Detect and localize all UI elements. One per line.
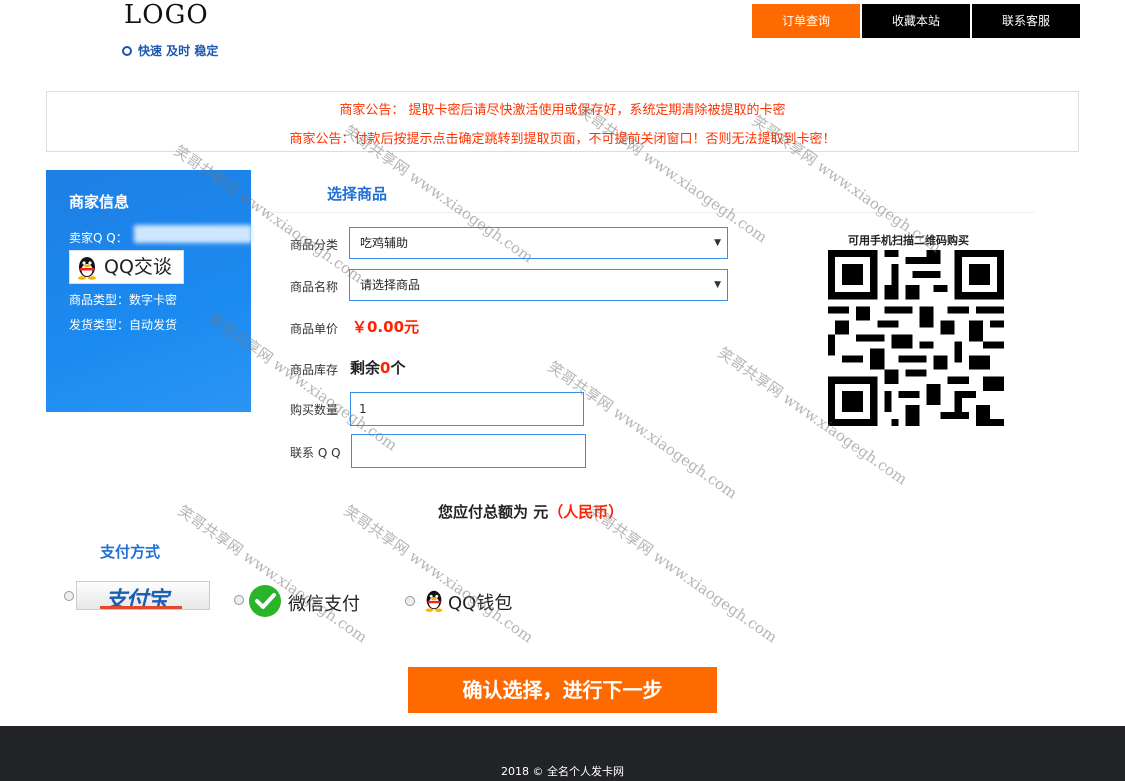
wechat-option[interactable]: 微信支付: [248, 584, 360, 621]
qq-chat-label: QQ交谈: [104, 256, 172, 278]
total-prefix: 您应付总额为 元: [438, 503, 549, 521]
payment-title: 支付方式: [100, 543, 161, 561]
wechat-radio[interactable]: [234, 595, 244, 605]
wechat-check-icon: [249, 585, 281, 617]
watermark: 笑哥共享网 www.xiaogegh.com: [544, 357, 741, 503]
watermark: 笑哥共享网 www.xiaogegh.com: [174, 501, 371, 647]
quantity-label: 购买数量: [290, 403, 339, 417]
site-logo[interactable]: LOGO: [124, 0, 209, 30]
watermark: 笑哥共享网 www.xiaogegh.com: [340, 501, 537, 647]
qq-penguin-icon: [425, 590, 443, 612]
page: LOGO 快速 及时 稳定 订单查询 收藏本站 联系客服 商家公告： 提取卡密后…: [0, 0, 1125, 781]
qq-chat-button[interactable]: QQ交谈: [69, 250, 184, 284]
confirm-next-button[interactable]: 确认选择，进行下一步: [408, 667, 717, 713]
product-type: 商品类型：数字卡密: [69, 293, 178, 307]
slogan: 快速 及时 稳定: [122, 42, 218, 59]
wechat-label: 微信支付: [288, 594, 360, 615]
notice-line-1: 商家公告： 提取卡密后请尽快激活使用或保存好，系统定期清除被提取的卡密: [339, 103, 786, 118]
product-select[interactable]: 请选择商品 ▼: [349, 269, 728, 301]
total-currency: （人民币）: [548, 503, 624, 521]
product-label: 商品名称: [290, 280, 339, 294]
price-label: 商品单价: [290, 322, 339, 336]
alipay-radio[interactable]: [64, 591, 74, 601]
notice-line-2: 商家公告：付款后按提示点击确定跳转到提取页面，不可提前关闭窗口！否则无法提取到卡…: [289, 132, 836, 147]
section-title: 选择商品: [327, 185, 388, 203]
nav-bookmark[interactable]: 收藏本站: [862, 4, 970, 38]
stock-value: 剩余0个: [350, 357, 405, 378]
nav-order-query[interactable]: 订单查询: [752, 4, 860, 38]
section-divider: [262, 212, 1035, 213]
qr-code: [828, 250, 1004, 426]
qq-wallet-option[interactable]: QQ钱包: [422, 587, 512, 616]
total-amount: 您应付总额为 元（人民币）: [438, 501, 623, 522]
seller-qq-label: 卖家Q Q：: [69, 231, 128, 245]
merchant-title: 商家信息: [69, 193, 130, 211]
merchant-panel: 商家信息 卖家Q Q： QQ交谈 商品类型：数字卡密 发货类型：自动发货: [46, 170, 252, 412]
chevron-down-icon: ▼: [714, 280, 721, 290]
alipay-logo-underline: [100, 606, 182, 609]
stock-count: 0: [380, 359, 391, 377]
qr-caption: 可用手机扫描二维码购买: [848, 234, 969, 247]
seller-qq-redacted: [134, 225, 252, 243]
alipay-logo-text: 支付宝: [105, 588, 169, 613]
alipay-option[interactable]: 支付宝: [76, 581, 210, 613]
watermark: 笑哥共享网 www.xiaogegh.com: [584, 501, 781, 647]
product-value: 请选择商品: [360, 278, 421, 292]
stock-label: 商品库存: [290, 363, 339, 377]
category-label: 商品分类: [290, 238, 339, 252]
chevron-down-icon: ▼: [714, 238, 721, 248]
quantity-input[interactable]: [350, 392, 584, 426]
contact-qq-input[interactable]: [351, 434, 586, 468]
ship-type: 发货类型：自动发货: [69, 318, 178, 332]
contact-qq-label: 联系 Q Q: [290, 446, 341, 460]
qq-penguin-icon: [78, 257, 96, 280]
notice-box: 商家公告： 提取卡密后请尽快激活使用或保存好，系统定期清除被提取的卡密 商家公告…: [46, 91, 1079, 152]
stock-suffix: 个: [390, 359, 406, 377]
qq-wallet-label: QQ钱包: [448, 593, 513, 614]
stock-prefix: 剩余: [350, 359, 381, 377]
footer: 2018 © 全名个人发卡网: [0, 726, 1125, 781]
nav-contact-support[interactable]: 联系客服: [972, 4, 1080, 38]
category-select[interactable]: 吃鸡辅助 ▼: [349, 227, 728, 259]
slogan-text: 快速 及时 稳定: [138, 44, 219, 58]
footer-copyright: 2018 © 全名个人发卡网: [501, 765, 624, 778]
top-nav: 订单查询 收藏本站 联系客服: [752, 4, 1082, 38]
qq-wallet-radio[interactable]: [405, 596, 415, 606]
price-value: ￥0.00元: [352, 318, 420, 336]
category-value: 吃鸡辅助: [360, 236, 409, 250]
circle-icon: [122, 46, 132, 56]
